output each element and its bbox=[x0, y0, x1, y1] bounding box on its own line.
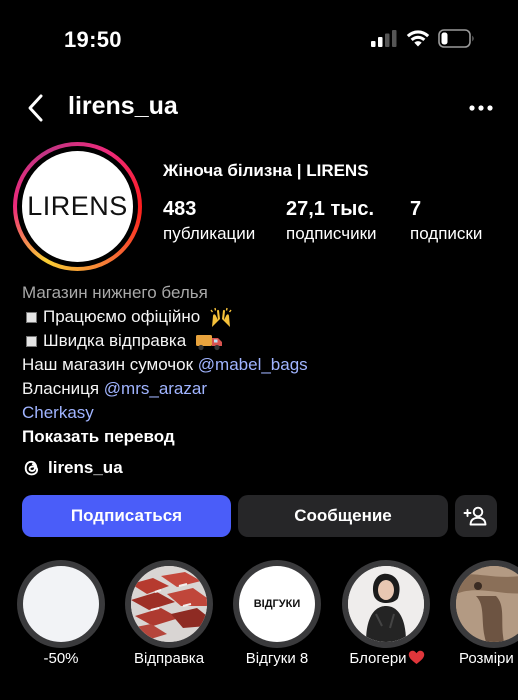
avatar: LIRENS bbox=[22, 151, 133, 262]
follow-button[interactable]: Подписаться bbox=[22, 495, 231, 537]
threads-profile-link[interactable]: lirens_ua bbox=[22, 456, 123, 480]
highlight-sizes-cover bbox=[456, 566, 518, 642]
stat-followers-value: 27,1 тыс. bbox=[286, 198, 375, 220]
show-translation-link[interactable]: Показать перевод bbox=[22, 425, 502, 449]
profile-full-name: Жіноча білизна | LIRENS bbox=[163, 161, 369, 180]
highlight-sizes-label: Розміри bbox=[459, 650, 514, 667]
bio-line-shipping-text: Швидка відправка bbox=[43, 331, 187, 350]
highlight-bloggers-cover bbox=[348, 566, 424, 642]
bio-line-official: Працюємо офіційно bbox=[22, 305, 502, 329]
avatar-logo-text: LIRENS bbox=[27, 191, 128, 221]
bio-bags-prefix: Наш магазин сумочок bbox=[22, 355, 194, 374]
add-user-icon bbox=[463, 506, 487, 526]
battery-icon bbox=[438, 29, 474, 48]
bio-owner-prefix: Власниця bbox=[22, 379, 100, 398]
stat-followers[interactable]: 27,1 тыс. подписчики bbox=[286, 198, 377, 244]
back-chevron-icon[interactable] bbox=[24, 92, 48, 124]
highlight-reviews[interactable]: ВІДГУКИ bbox=[233, 560, 321, 648]
status-bar: 19:50 bbox=[0, 0, 518, 80]
highlight-bloggers-label: Блогери bbox=[349, 650, 407, 667]
avatar-ring-gap: LIRENS bbox=[17, 146, 138, 267]
heart-icon bbox=[408, 650, 424, 664]
highlight-reviews-label: Відгуки 8 bbox=[245, 650, 309, 667]
highlight-bloggers[interactable] bbox=[342, 560, 430, 648]
bio-line-shipping: Швидка відправка bbox=[22, 329, 502, 353]
highlight-sizes[interactable] bbox=[450, 560, 518, 648]
highlight-shipping-label: Відправка bbox=[133, 650, 205, 667]
blogger-photo-image bbox=[348, 566, 424, 642]
bio-line-bags: Наш магазин сумочок @mabel_bags bbox=[22, 353, 502, 377]
stat-following-value: 7 bbox=[410, 198, 422, 220]
profile-bio: Магазин нижнего белья Працюємо офіційно … bbox=[22, 281, 502, 449]
more-icon[interactable] bbox=[466, 96, 496, 120]
suggest-accounts-button[interactable] bbox=[455, 495, 497, 537]
wifi-icon bbox=[406, 30, 430, 47]
stat-posts-label: публикации bbox=[163, 224, 256, 243]
status-time: 19:50 bbox=[64, 27, 122, 52]
highlight-bloggers-label-row: Блогери bbox=[337, 650, 437, 667]
highlight-sale-cover bbox=[23, 566, 99, 642]
message-button[interactable]: Сообщение bbox=[238, 495, 448, 537]
threads-handle: lirens_ua bbox=[48, 458, 123, 477]
highlight-shipping-cover bbox=[131, 566, 207, 642]
header-username: lirens_ua bbox=[68, 92, 178, 120]
black-square-icon bbox=[26, 335, 37, 347]
mention-link-owner[interactable]: @mrs_arazar bbox=[104, 379, 207, 398]
bio-line-owner: Власниця @mrs_arazar bbox=[22, 377, 502, 401]
profile-header: lirens_ua bbox=[0, 88, 518, 128]
signal-icon bbox=[371, 30, 397, 47]
raising-hands-icon bbox=[210, 307, 232, 327]
shipping-packages-image bbox=[131, 566, 207, 642]
stat-followers-label: подписчики bbox=[286, 224, 377, 243]
sizes-photo-image bbox=[456, 566, 518, 642]
highlight-shipping[interactable] bbox=[125, 560, 213, 648]
stat-following-label: подписки bbox=[410, 224, 483, 243]
highlight-sale[interactable] bbox=[17, 560, 105, 648]
threads-icon bbox=[24, 460, 39, 476]
highlight-sale-label: -50% bbox=[43, 650, 79, 667]
highlight-reviews-cover: ВІДГУКИ bbox=[239, 566, 315, 642]
stat-following[interactable]: 7 подписки bbox=[410, 198, 482, 244]
highlight-reviews-cover-text: ВІДГУКИ bbox=[253, 598, 301, 610]
stat-posts[interactable]: 483 публикации bbox=[163, 198, 255, 244]
stat-posts-value: 483 bbox=[163, 198, 197, 220]
avatar-story-ring[interactable]: LIRENS bbox=[13, 142, 142, 271]
bio-category: Магазин нижнего белья bbox=[22, 283, 208, 302]
bio-line-official-text: Працюємо офіційно bbox=[43, 307, 201, 326]
delivery-truck-icon bbox=[195, 334, 222, 350]
black-square-icon bbox=[26, 311, 37, 323]
bio-location-link[interactable]: Cherkasy bbox=[22, 401, 502, 425]
mention-link-mabel-bags[interactable]: @mabel_bags bbox=[198, 355, 308, 374]
